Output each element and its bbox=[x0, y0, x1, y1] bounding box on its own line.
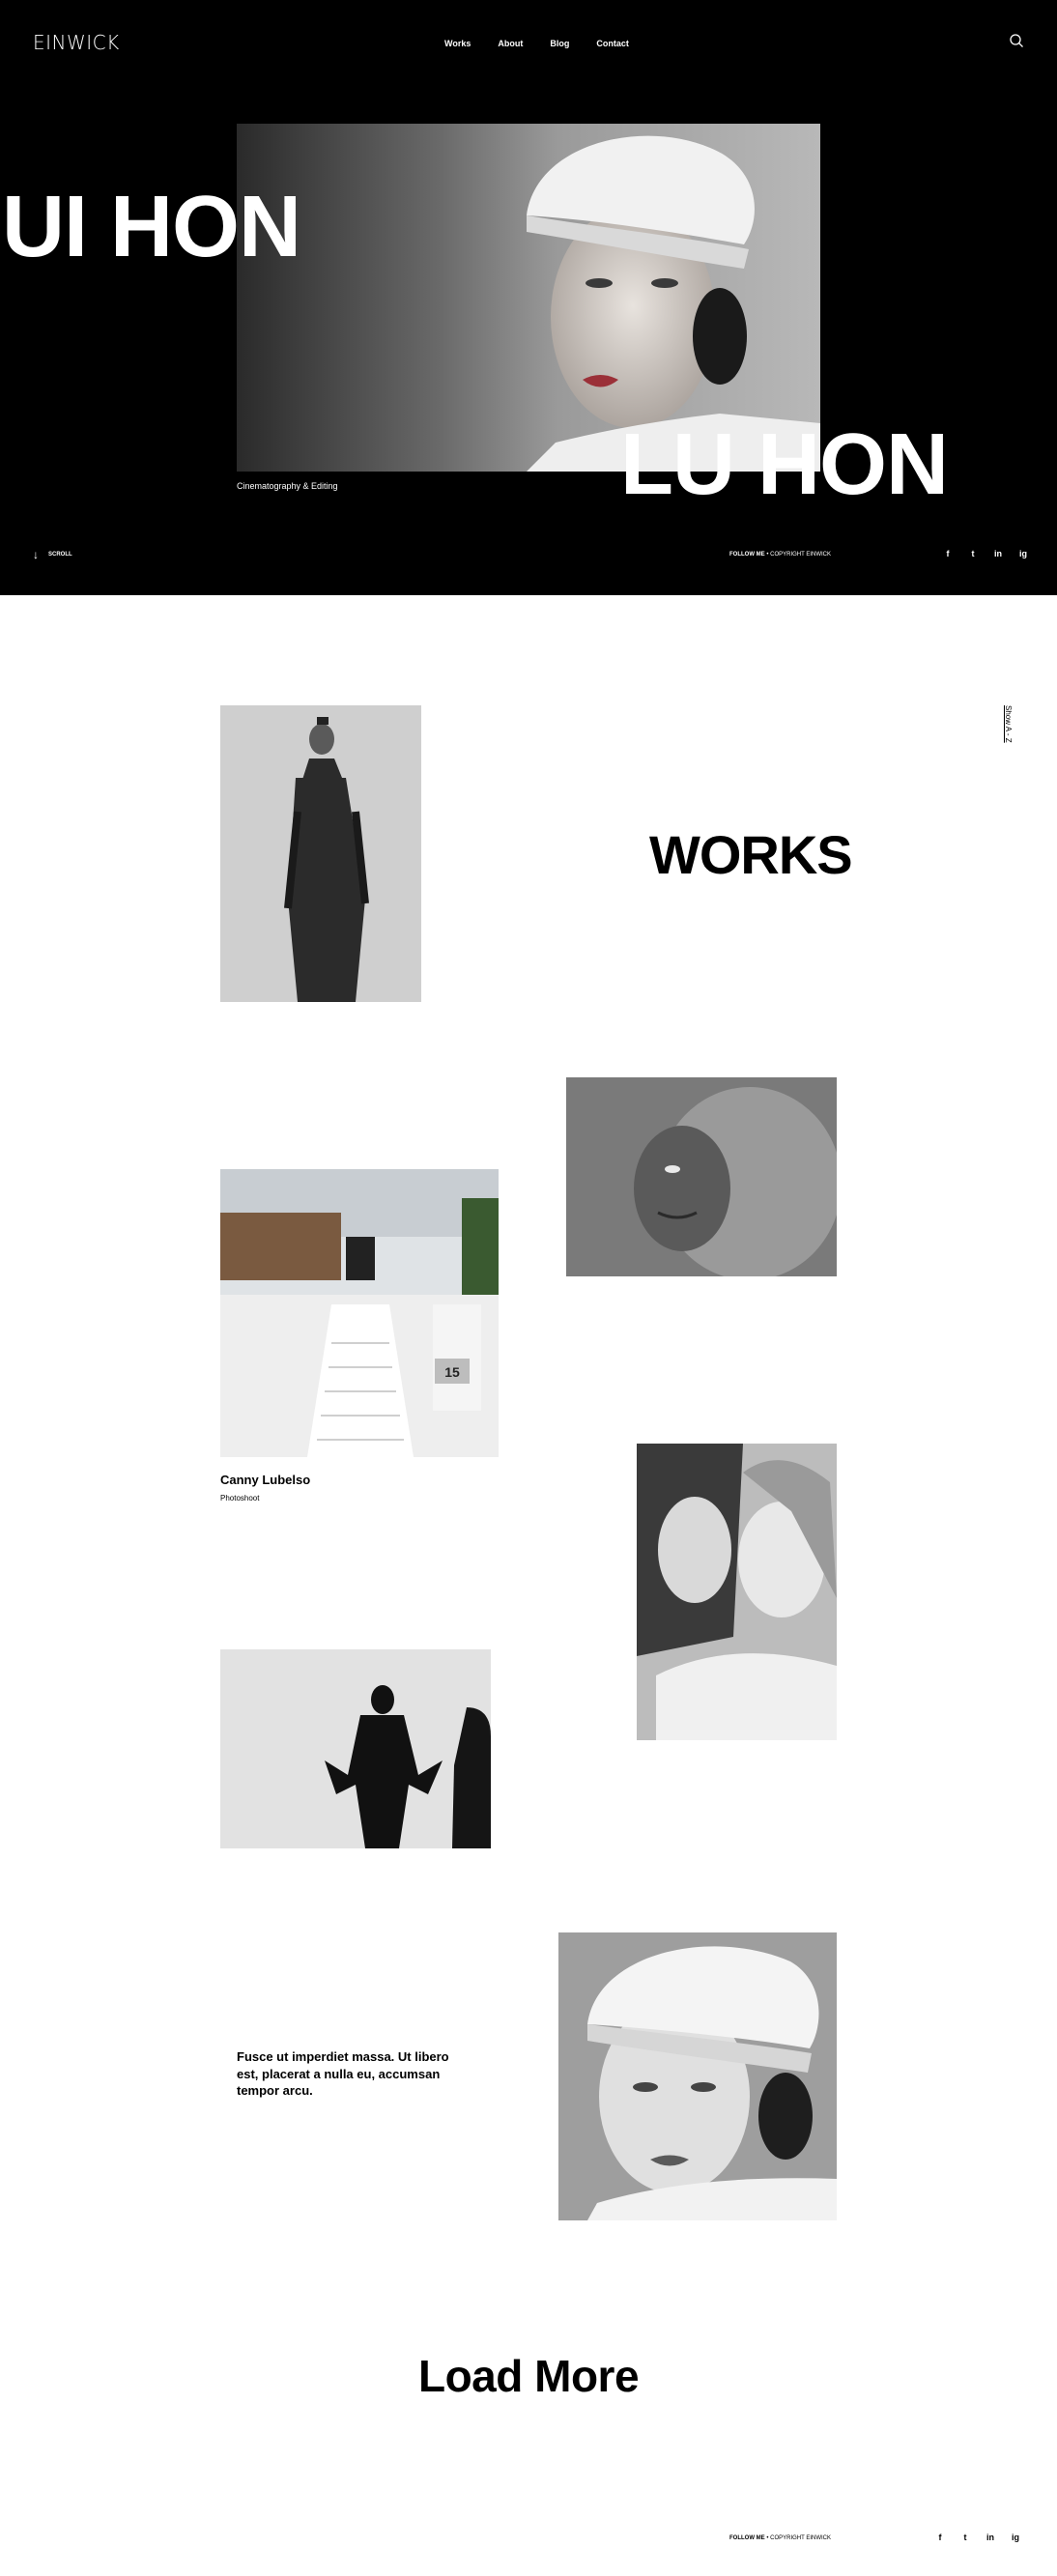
work-item-title[interactable]: Canny Lubelso bbox=[220, 1473, 310, 1487]
facebook-icon[interactable]: f bbox=[928, 2533, 953, 2542]
hero-title-line1: UI HON bbox=[2, 179, 301, 275]
twitter-icon[interactable]: t bbox=[960, 549, 986, 558]
facebook-icon[interactable]: f bbox=[935, 549, 960, 558]
sort-a-z-link[interactable]: Show A - Z bbox=[1004, 705, 1013, 743]
scroll-label: SCROLL bbox=[48, 552, 72, 558]
hero-follow: FOLLOW ME • COPYRIGHT EINWICK bbox=[729, 552, 832, 558]
scroll-indicator[interactable]: ↓ SCROLL bbox=[33, 549, 72, 560]
svg-text:15: 15 bbox=[444, 1364, 460, 1380]
work-thumb-6[interactable] bbox=[558, 1932, 837, 2220]
quote-text: Fusce ut imperdiet massa. Ut libero est,… bbox=[237, 2049, 449, 2099]
hero-subtitle: Cinematography & Editing bbox=[237, 481, 338, 491]
woman-hat-image bbox=[558, 1932, 837, 2220]
load-more-button[interactable]: Load More bbox=[0, 2350, 1057, 2402]
search-icon[interactable] bbox=[1009, 33, 1024, 48]
follow-label: FOLLOW ME bbox=[729, 552, 765, 558]
figure-silhouette-image bbox=[220, 1649, 491, 1848]
work-thumb-4[interactable] bbox=[637, 1444, 837, 1740]
footer-social-links: f t in ig bbox=[928, 2533, 1028, 2542]
work-thumb-1[interactable] bbox=[220, 705, 421, 1002]
work-thumb-3[interactable]: 15 bbox=[220, 1169, 499, 1457]
twitter-icon[interactable]: t bbox=[953, 2533, 978, 2542]
hero-title-line2: LU HON bbox=[620, 416, 949, 513]
page: EINWICK Works About Blog Contact UI HON … bbox=[0, 0, 1057, 2576]
main-nav: Works About Blog Contact bbox=[444, 39, 656, 48]
hero-section: EINWICK Works About Blog Contact UI HON … bbox=[0, 0, 1057, 595]
instagram-icon[interactable]: ig bbox=[1003, 2533, 1028, 2542]
nav-contact[interactable]: Contact bbox=[596, 39, 629, 48]
old-man-image bbox=[566, 1077, 837, 1276]
nav-works[interactable]: Works bbox=[444, 39, 471, 48]
white-house-image: 15 bbox=[220, 1169, 499, 1457]
linkedin-icon[interactable]: in bbox=[986, 549, 1011, 558]
copyright-text: COPYRIGHT EINWICK bbox=[770, 552, 832, 558]
work-thumb-2[interactable] bbox=[566, 1077, 837, 1276]
site-logo[interactable]: EINWICK bbox=[33, 31, 120, 54]
nav-blog[interactable]: Blog bbox=[550, 39, 569, 48]
instagram-icon[interactable]: ig bbox=[1011, 549, 1036, 558]
works-title: WORKS bbox=[649, 824, 853, 885]
linkedin-icon[interactable]: in bbox=[978, 2533, 1003, 2542]
footer-follow: FOLLOW ME • COPYRIGHT EINWICK bbox=[729, 2535, 832, 2541]
nav-about[interactable]: About bbox=[498, 39, 523, 48]
hero-social-links: f t in ig bbox=[935, 549, 1036, 558]
work-item-category: Photoshoot bbox=[220, 1494, 260, 1503]
arrow-down-icon: ↓ bbox=[33, 548, 39, 561]
two-women-image bbox=[637, 1444, 837, 1740]
footer-follow-label: FOLLOW ME bbox=[729, 2535, 765, 2541]
man-coat-image bbox=[220, 705, 421, 1002]
work-thumb-5[interactable] bbox=[220, 1649, 491, 1848]
footer-copyright: COPYRIGHT EINWICK bbox=[770, 2535, 832, 2541]
